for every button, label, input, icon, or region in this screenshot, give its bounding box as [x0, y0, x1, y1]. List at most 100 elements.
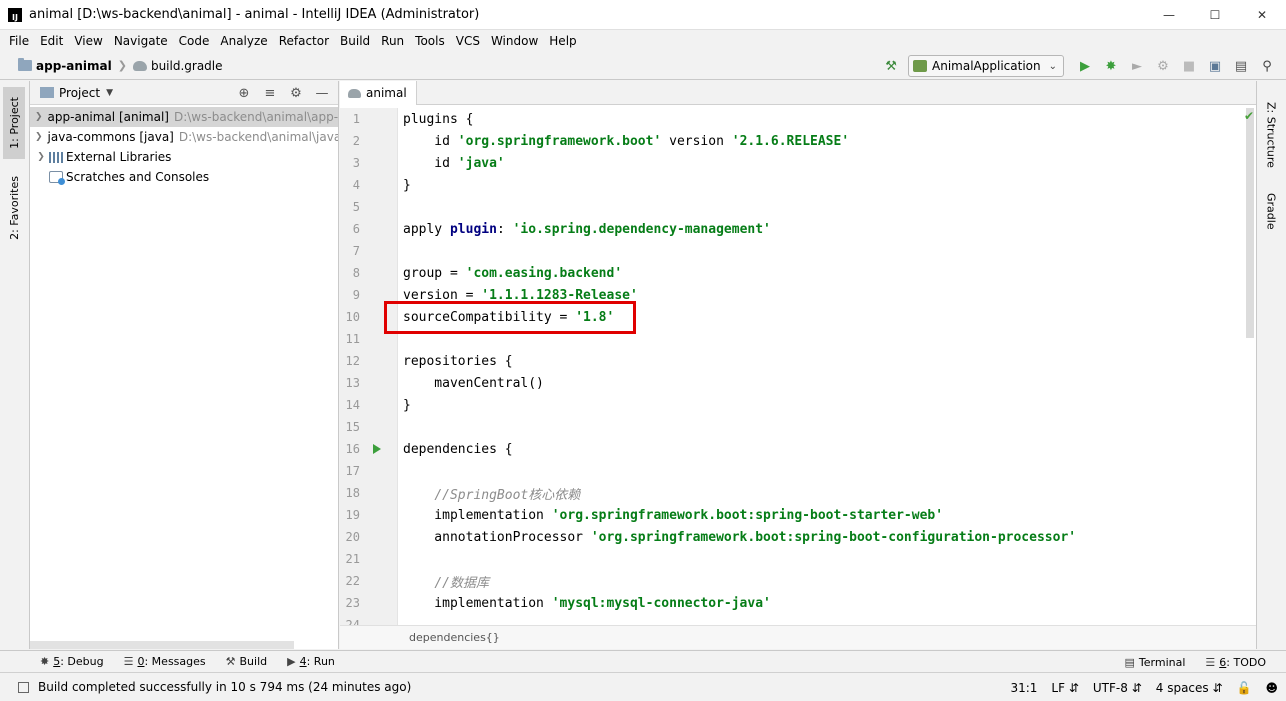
code-area[interactable]: 1 plugins {2 id 'org.springframework.boot… — [340, 108, 1256, 625]
run-button[interactable]: ▶ — [1074, 55, 1096, 77]
menu-analyze[interactable]: Analyze — [220, 34, 267, 48]
editor-vertical-scrollbar[interactable] — [1246, 108, 1254, 625]
code-line[interactable]: 23 implementation 'mysql:mysql-connector… — [340, 592, 1256, 614]
indent-setting[interactable]: 4 spaces ⇵ — [1156, 681, 1223, 695]
structure-tool-tab[interactable]: Z: Structure — [1260, 99, 1282, 171]
code-text[interactable]: mavenCentral() — [403, 376, 544, 391]
build-tool-button[interactable]: ⚒ Build — [226, 655, 268, 668]
menu-window[interactable]: Window — [491, 34, 538, 48]
menu-navigate[interactable]: Navigate — [114, 34, 168, 48]
code-text[interactable]: implementation 'org.springframework.boot… — [403, 508, 943, 523]
menu-tools[interactable]: Tools — [415, 34, 445, 48]
code-line[interactable]: 17 — [340, 460, 1256, 482]
code-line[interactable]: 8 group = 'com.easing.backend' — [340, 262, 1256, 284]
menu-code[interactable]: Code — [179, 34, 210, 48]
code-text[interactable]: dependencies { — [403, 442, 513, 457]
inspection-ok-icon[interactable]: ✔ — [1244, 109, 1254, 123]
code-line[interactable]: 13 mavenCentral() — [340, 372, 1256, 394]
code-line[interactable]: 21 — [340, 548, 1256, 570]
menu-build[interactable]: Build — [340, 34, 370, 48]
code-text[interactable]: repositories { — [403, 354, 513, 369]
code-text[interactable]: //数据库 — [403, 572, 489, 591]
menu-help[interactable]: Help — [549, 34, 576, 48]
favorites-tool-tab[interactable]: 2: Favorites — [3, 169, 25, 247]
run-configuration-select[interactable]: AnimalApplication ⌄ — [908, 55, 1064, 77]
code-line[interactable]: 1 plugins { — [340, 108, 1256, 130]
menu-view[interactable]: View — [74, 34, 102, 48]
profile-button[interactable]: ⚙ — [1152, 55, 1174, 77]
code-text[interactable]: } — [403, 398, 411, 413]
search-everywhere-button[interactable]: ⚲ — [1256, 55, 1278, 77]
expand-arrow-icon[interactable]: ❯ — [35, 112, 43, 122]
code-line[interactable]: 19 implementation 'org.springframework.b… — [340, 504, 1256, 526]
menu-file[interactable]: File — [9, 34, 29, 48]
code-line[interactable]: 6 apply plugin: 'io.spring.dependency-man… — [340, 218, 1256, 240]
code-text[interactable]: implementation 'mysql:mysql-connector-ja… — [403, 596, 771, 611]
build-hammer-button[interactable]: ⚒ — [880, 55, 902, 77]
collapse-all-icon[interactable]: ≡ — [260, 86, 280, 101]
gear-icon[interactable]: ⚙ — [286, 86, 306, 101]
project-tool-tab[interactable]: 1: Project — [3, 87, 25, 159]
project-panel-title[interactable]: Project — [59, 86, 100, 100]
close-button[interactable]: ✕ — [1238, 0, 1286, 30]
tree-item-app-animal[interactable]: ❯ app-animal [animal] D:\ws-backend\anim… — [30, 107, 338, 127]
menu-run[interactable]: Run — [381, 34, 404, 48]
tree-item-java-commons[interactable]: ❯ java-commons [java] D:\ws-backend\anim… — [30, 127, 338, 147]
menu-edit[interactable]: Edit — [40, 34, 63, 48]
code-text[interactable]: group = 'com.easing.backend' — [403, 266, 622, 281]
project-structure-button[interactable]: ▣ — [1204, 55, 1226, 77]
locate-icon[interactable]: ⊕ — [234, 86, 254, 101]
expand-arrow-icon[interactable]: ❯ — [35, 132, 43, 142]
code-text[interactable]: apply plugin: 'io.spring.dependency-mana… — [403, 222, 771, 237]
code-line[interactable]: 16 dependencies { — [340, 438, 1256, 460]
code-line[interactable]: 2 id 'org.springframework.boot' version … — [340, 130, 1256, 152]
gradle-tool-tab[interactable]: Gradle — [1260, 183, 1282, 239]
file-encoding[interactable]: UTF-8 ⇵ — [1093, 681, 1142, 695]
code-line[interactable]: 4} — [340, 174, 1256, 196]
tree-item-external-libraries[interactable]: ❯ External Libraries — [30, 147, 338, 167]
editor-breadcrumb-item[interactable]: dependencies{} — [409, 631, 500, 644]
terminal-button[interactable]: ▤ — [1230, 55, 1252, 77]
menu-vcs[interactable]: VCS — [456, 34, 480, 48]
code-text[interactable]: id 'org.springframework.boot' version '2… — [403, 134, 849, 149]
stop-button[interactable]: ■ — [1178, 55, 1200, 77]
code-line[interactable]: 18 //SpringBoot核心依赖 — [340, 482, 1256, 504]
run-coverage-button[interactable]: ► — [1126, 55, 1148, 77]
code-line[interactable]: 14} — [340, 394, 1256, 416]
nav-crumb-project[interactable]: app-animal — [18, 58, 112, 73]
messages-tool-button[interactable]: ☰ 0: Messages — [124, 655, 206, 668]
lock-icon[interactable]: 🔓 — [1237, 681, 1252, 695]
code-text[interactable]: } — [403, 178, 411, 193]
status-message[interactable]: Build completed successfully in 10 s 794… — [38, 680, 411, 694]
editor-tab-animal[interactable]: animal — [340, 81, 417, 105]
run-tool-button[interactable]: ▶ 4: Run — [287, 655, 335, 668]
nav-crumb-file[interactable]: build.gradle — [132, 59, 223, 73]
code-line[interactable]: 7 — [340, 240, 1256, 262]
tree-item-scratches[interactable]: Scratches and Consoles — [30, 167, 338, 187]
code-line[interactable]: 22 //数据库 — [340, 570, 1256, 592]
todo-tool-button[interactable]: ☰ 6: TODO — [1205, 656, 1266, 669]
menu-refactor[interactable]: Refactor — [279, 34, 329, 48]
expand-arrow-icon[interactable]: ❯ — [35, 152, 47, 162]
maximize-button[interactable]: ☐ — [1192, 0, 1238, 30]
hide-icon[interactable]: — — [312, 86, 332, 101]
code-text[interactable]: //SpringBoot核心依赖 — [403, 484, 580, 503]
inspector-icon[interactable]: ☻ — [1265, 681, 1278, 695]
code-line[interactable]: 15 — [340, 416, 1256, 438]
line-separator[interactable]: LF ⇵ — [1051, 681, 1078, 695]
code-text[interactable]: plugins { — [403, 112, 473, 127]
debug-button[interactable]: ✸ — [1100, 55, 1122, 77]
code-line[interactable]: 3 id 'java' — [340, 152, 1256, 174]
run-gutter-icon[interactable] — [373, 444, 381, 454]
caret-position[interactable]: 31:1 — [1010, 681, 1037, 695]
code-line[interactable]: 20 annotationProcessor 'org.springframew… — [340, 526, 1256, 548]
minimize-button[interactable]: — — [1146, 0, 1192, 30]
chevron-down-icon[interactable]: ▼ — [106, 88, 113, 98]
code-line[interactable]: 24 — [340, 614, 1256, 625]
terminal-tool-button[interactable]: ▤ Terminal — [1125, 656, 1186, 669]
project-horizontal-scrollbar[interactable] — [30, 641, 294, 649]
tool-window-toggle-icon[interactable] — [18, 681, 29, 693]
scrollbar-thumb[interactable] — [1246, 108, 1254, 338]
debug-tool-button[interactable]: ✸ 5: Debug — [40, 655, 104, 668]
code-line[interactable]: 5 — [340, 196, 1256, 218]
